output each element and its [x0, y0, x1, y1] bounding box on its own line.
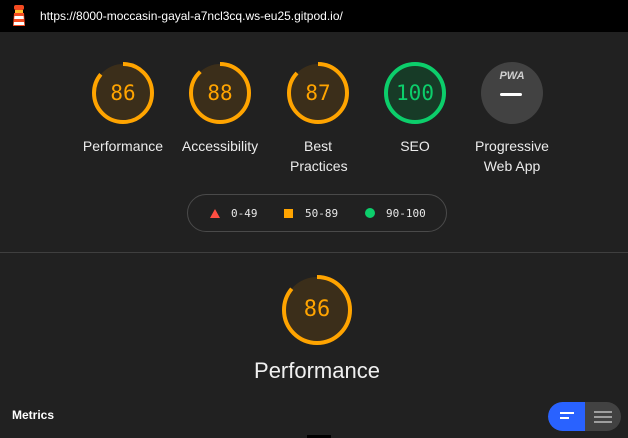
- lighthouse-logo-icon: [13, 5, 25, 26]
- expanded-view-button[interactable]: [585, 402, 621, 431]
- gauge-label: Progressive Web App: [475, 138, 549, 174]
- gauge-label: SEO: [400, 138, 430, 154]
- page-url[interactable]: https://8000-moccasin-gayal-a7ncl3cq.ws-…: [40, 9, 343, 23]
- performance-gauge: 86: [280, 273, 354, 347]
- performance-score: 86: [303, 297, 331, 322]
- pass-circle-icon: [365, 208, 375, 218]
- legend-pass-range: 90-100: [386, 207, 426, 220]
- gauge-best-practices[interactable]: 87 Best Practices: [268, 60, 368, 176]
- gauge-score: 87: [305, 81, 331, 105]
- gauge-performance[interactable]: 86 Performance: [73, 60, 173, 156]
- pwa-badge-text: PWA: [499, 70, 525, 82]
- gauge-score: 86: [110, 81, 136, 105]
- gauge-accessibility[interactable]: 88 Accessibility: [170, 60, 270, 156]
- metrics-heading: Metrics: [12, 408, 55, 422]
- gauge-label: Performance: [82, 138, 164, 154]
- performance-title: Performance: [254, 358, 380, 383]
- gauge-score: 88: [207, 81, 233, 105]
- gauge-label: Accessibility: [181, 138, 259, 154]
- gauge-score: 100: [396, 81, 434, 105]
- average-square-icon: [284, 209, 293, 218]
- gauge-pwa[interactable]: PWA Progressive Web App: [462, 60, 562, 176]
- gauge-label: Best Practices: [290, 138, 348, 174]
- legend-average-range: 50-89: [305, 207, 339, 220]
- gauge-seo[interactable]: 100 SEO: [365, 60, 465, 156]
- section-divider: [0, 252, 628, 253]
- compact-view-button[interactable]: [548, 402, 585, 431]
- fail-triangle-icon: [210, 209, 220, 218]
- metrics-view-toggle: [548, 402, 621, 431]
- legend-fail-range: 0-49: [231, 207, 258, 220]
- score-legend: 0-49 50-89 90-100: [187, 194, 447, 232]
- browser-bar: https://8000-moccasin-gayal-a7ncl3cq.ws-…: [0, 0, 628, 32]
